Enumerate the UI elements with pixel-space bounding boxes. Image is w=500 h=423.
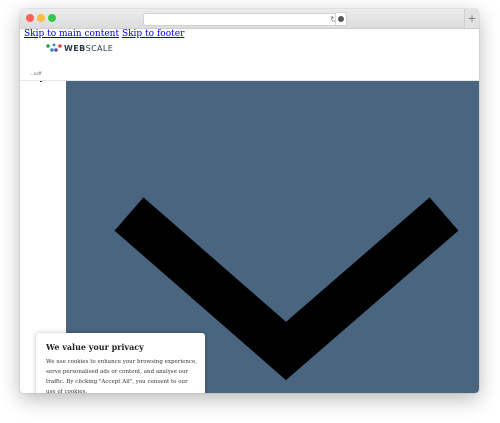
minimize-window-button[interactable] — [37, 14, 45, 22]
site-logo[interactable]: WEBSCALE — [46, 43, 113, 54]
browser-titlebar: ↻ + — [20, 9, 479, 29]
cookie-consent-dialog: We value your privacy We use cookies to … — [36, 333, 205, 393]
cookie-dialog-text: We use cookies to enhance your browsing … — [46, 359, 198, 393]
extension-icon — [338, 16, 344, 22]
web-page: Skip to main content Skip to footer WEBS… — [20, 29, 479, 393]
maximize-window-button[interactable] — [48, 14, 56, 22]
browser-window: ↻ + Skip to main content Skip to footer … — [20, 9, 479, 393]
logo-wordmark: WEBSCALE — [64, 44, 114, 53]
new-tab-button[interactable]: + — [464, 9, 479, 28]
close-window-button[interactable] — [26, 14, 34, 22]
cookie-dialog-title: We value your privacy — [46, 342, 144, 352]
webscale-logo-icon — [46, 43, 62, 52]
skip-links: Skip to main content Skip to footer — [24, 29, 184, 40]
address-bar[interactable]: ↻ — [143, 13, 341, 26]
skip-to-footer-link[interactable]: Skip to footer — [122, 29, 184, 39]
nav-label: ...noff — [30, 71, 42, 76]
skip-to-main-link[interactable]: Skip to main content — [24, 29, 119, 39]
extension-button[interactable] — [335, 12, 347, 26]
